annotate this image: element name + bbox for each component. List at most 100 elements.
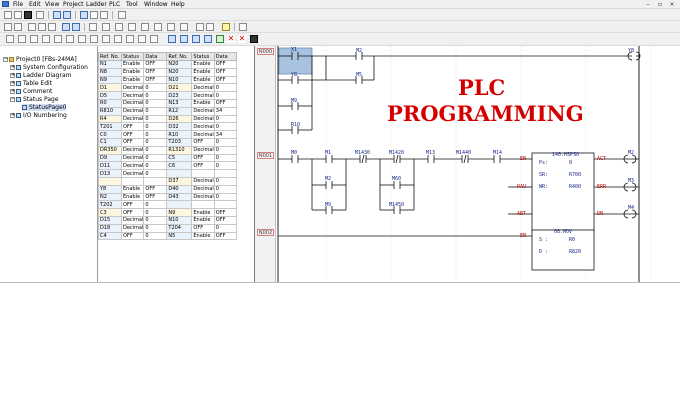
table-cell[interactable]: 0 [213, 137, 237, 147]
contact-label[interactable]: Y8 [291, 72, 297, 78]
table-cell[interactable]: OFF [120, 130, 145, 139]
delete-column-icon[interactable]: ✕ [238, 35, 246, 43]
contact-label[interactable]: M1420 [389, 150, 404, 156]
tree-item-system-configuration[interactable]: + System Configuration [10, 64, 88, 71]
table-cell[interactable]: 0 [213, 161, 237, 171]
table-cell[interactable] [166, 200, 193, 210]
restore-button[interactable]: ▫ [656, 1, 664, 8]
coil-label[interactable]: M2 [628, 150, 634, 156]
stop-icon[interactable] [128, 23, 136, 31]
table-cell[interactable] [213, 200, 237, 210]
menu-project[interactable]: Project [63, 1, 84, 8]
table-cell[interactable]: OFF [191, 137, 215, 147]
contact-label[interactable]: M14 [493, 150, 502, 156]
minimize-button[interactable]: – [644, 1, 652, 8]
status-page-icon[interactable] [196, 23, 204, 31]
column-header[interactable]: Status [120, 52, 145, 61]
table-cell[interactable]: Enable [191, 231, 215, 241]
coil-label[interactable]: Y8 [628, 48, 634, 54]
table-cell[interactable]: N1 [98, 60, 122, 69]
table-cell[interactable]: Decimal [120, 91, 145, 100]
table-cell[interactable]: N2 [98, 192, 122, 202]
menu-edit[interactable]: Edit [29, 1, 41, 8]
table-row[interactable]: T202 OFF 0 [98, 200, 237, 210]
table-cell[interactable]: OFF [143, 184, 168, 194]
table-cell[interactable]: D13 [98, 169, 122, 178]
table-cell[interactable]: Enable [120, 192, 145, 202]
undo-icon[interactable] [4, 23, 12, 31]
table-cell[interactable]: Enable [191, 60, 215, 69]
contact-label[interactable]: M0 [291, 150, 297, 156]
table-cell[interactable]: 0 [143, 231, 168, 241]
tree-item-table-edit[interactable]: + Table Edit [10, 80, 52, 87]
table-cell[interactable]: 0 [143, 215, 168, 225]
table-cell[interactable]: 0 [143, 83, 168, 93]
set-coil-icon[interactable] [138, 35, 146, 43]
column-header[interactable]: Ref. No. [166, 52, 193, 61]
table-row[interactable]: C3 OFF 0 N9 Enable OFF [98, 208, 237, 217]
table-cell[interactable]: OFF [120, 231, 145, 241]
table-cell[interactable]: OFF [213, 75, 237, 85]
no-contact-icon[interactable] [18, 35, 26, 43]
settings-icon[interactable] [239, 23, 247, 31]
table-cell[interactable]: 0 [213, 145, 237, 155]
table-row[interactable]: N9 Enable OFF N10 Enable OFF [98, 75, 237, 85]
table-cell[interactable]: D40 [166, 184, 193, 194]
fb-param-value[interactable]: R0 [569, 237, 575, 243]
delete-row-icon[interactable]: ✕ [227, 35, 235, 43]
table-cell[interactable]: T204 [166, 223, 193, 233]
table-cell[interactable]: Decimal [191, 114, 215, 124]
coil-label[interactable]: M3 [628, 178, 634, 184]
table-cell[interactable]: OFF [213, 60, 237, 69]
horizontal-line-icon[interactable] [90, 35, 98, 43]
table-cell[interactable]: 0 [213, 91, 237, 100]
table-view-icon[interactable] [63, 11, 71, 19]
table-cell[interactable]: Decimal [120, 145, 145, 155]
menu-file[interactable]: File [13, 1, 23, 8]
table-cell[interactable]: D18 [98, 223, 122, 233]
table-cell[interactable]: Enable [191, 98, 215, 108]
table-cell[interactable]: Decimal [120, 153, 145, 163]
column-header[interactable]: Data [213, 52, 237, 61]
find-icon[interactable] [62, 23, 70, 31]
insert-row-icon[interactable] [216, 35, 224, 43]
table-cell[interactable]: 0 [143, 200, 168, 210]
contact-label[interactable]: M2 [356, 48, 362, 54]
tree-item-status-page[interactable]: − Status Page [10, 96, 59, 103]
table-cell[interactable] [191, 169, 215, 178]
table-cell[interactable]: Decimal [191, 184, 215, 194]
table-cell[interactable]: 0 [143, 106, 168, 116]
table-cell[interactable]: 0 [143, 114, 168, 124]
table-cell[interactable] [120, 176, 145, 186]
contact-label[interactable]: R10 [291, 122, 300, 128]
window-tile-icon[interactable] [90, 11, 98, 19]
contact-label[interactable]: M9 [291, 98, 297, 104]
table-cell[interactable]: OFF [143, 192, 168, 202]
table-cell[interactable]: Decimal [120, 114, 145, 124]
table-cell[interactable]: OFF [213, 231, 237, 241]
table-cell[interactable]: R4 [98, 114, 122, 124]
table-cell[interactable]: Enable [191, 67, 215, 77]
rising-edge-icon[interactable] [42, 35, 50, 43]
write-plc-icon[interactable] [154, 23, 162, 31]
table-cell[interactable]: 0 [143, 137, 168, 147]
new-file-icon[interactable] [4, 11, 12, 19]
open-branch-icon[interactable] [66, 35, 74, 43]
table-cell[interactable] [191, 200, 215, 210]
table-row[interactable]: D9 Decimal 0 C5 OFF 0 [98, 153, 237, 163]
table-cell[interactable]: R12 [166, 106, 193, 116]
table-cell[interactable]: Decimal [120, 98, 145, 108]
table-cell[interactable]: 0 [143, 153, 168, 163]
table-cell[interactable]: 0 [143, 223, 168, 233]
online-icon[interactable] [89, 23, 97, 31]
paste-icon[interactable] [48, 23, 56, 31]
table-cell[interactable]: C4 [98, 231, 122, 241]
table-cell[interactable]: C0 [98, 130, 122, 139]
table-cell[interactable]: OFF [143, 60, 168, 69]
table-row[interactable]: DR350 Decimal 0 R1310 Decimal 0 [98, 145, 237, 155]
table-cell[interactable]: N13 [166, 98, 193, 108]
ladder-view-icon[interactable] [53, 11, 61, 19]
save-icon[interactable] [24, 11, 32, 19]
table-cell[interactable]: D37 [166, 176, 193, 186]
table-cell[interactable]: T202 [98, 200, 122, 210]
